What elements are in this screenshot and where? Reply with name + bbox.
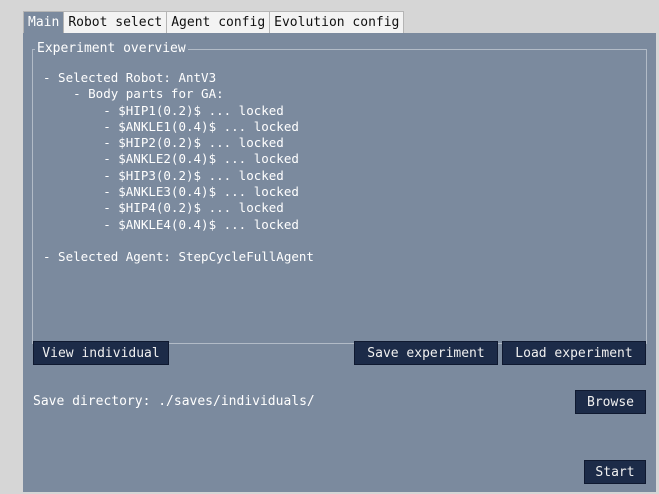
tab-evolution-config[interactable]: Evolution config — [269, 11, 405, 33]
experiment-overview-group: Experiment overview - Selected Robot: An… — [32, 41, 647, 344]
save-directory-label: Save directory: ./saves/individuals/ — [33, 394, 315, 409]
tab-main[interactable]: Main — [23, 11, 65, 33]
tab-robot-select[interactable]: Robot select — [63, 11, 168, 33]
main-panel: Experiment overview - Selected Robot: An… — [23, 33, 656, 492]
view-individual-button[interactable]: View individual — [33, 341, 169, 365]
tab-agent-config[interactable]: Agent config — [166, 11, 271, 33]
browse-button[interactable]: Browse — [575, 390, 646, 414]
experiment-overview-text: - Selected Robot: AntV3 - Body parts for… — [43, 70, 314, 265]
start-button[interactable]: Start — [584, 460, 646, 484]
experiment-overview-title: Experiment overview — [35, 41, 188, 57]
load-experiment-button[interactable]: Load experiment — [502, 341, 646, 365]
save-experiment-button[interactable]: Save experiment — [354, 341, 498, 365]
tab-bar: Main Robot select Agent config Evolution… — [23, 11, 405, 34]
